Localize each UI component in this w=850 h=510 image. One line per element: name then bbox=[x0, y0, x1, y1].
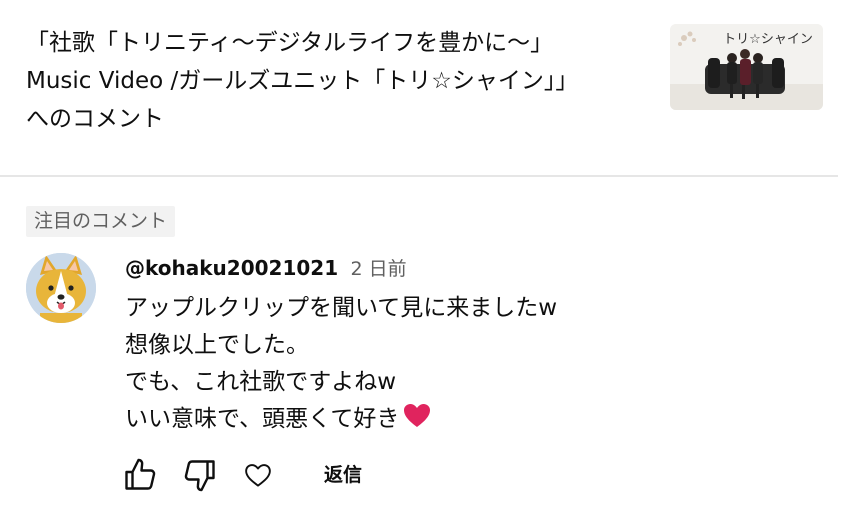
comment-timestamp[interactable]: 2 日前 bbox=[350, 258, 406, 280]
comment-author[interactable]: @kohaku20021021 bbox=[125, 256, 338, 280]
comment-line: いい意味で、頭悪くて好き bbox=[125, 406, 400, 432]
thumbs-up-icon bbox=[125, 458, 156, 490]
heart-outline-icon bbox=[245, 464, 271, 487]
comment-line: でも、これ社歌ですよねw bbox=[125, 369, 397, 395]
corgi-avatar-icon bbox=[26, 253, 96, 323]
featured-comments-badge: 注目のコメント bbox=[26, 206, 176, 237]
video-title-line-3: へのコメント bbox=[26, 106, 164, 132]
avatar[interactable] bbox=[26, 253, 96, 323]
reply-button[interactable]: 返信 bbox=[324, 459, 362, 491]
dislike-button[interactable] bbox=[180, 455, 220, 495]
thumbs-down-icon bbox=[184, 460, 215, 492]
comment-line-with-emoji: いい意味で、頭悪くて好き bbox=[125, 401, 685, 441]
comment-actions: 返信 bbox=[120, 455, 420, 495]
thumbnail-image: トリ☆シャイン bbox=[670, 24, 823, 110]
comment-header: @kohaku20021021 2 日前 bbox=[125, 252, 407, 284]
video-title-line-2: Music Video /ガールズユニット「トリ☆シャイン」」 bbox=[26, 68, 579, 94]
comment-text: アップルクリップを聞いて見に来ましたw 想像以上でした。 でも、これ社歌ですよね… bbox=[125, 290, 685, 441]
divider bbox=[0, 175, 838, 177]
thumbnail-caption: トリ☆シャイン bbox=[723, 32, 813, 47]
video-title[interactable]: 「社歌「トリニティ〜デジタルライフを豊かに〜」 Music Video /ガール… bbox=[26, 24, 626, 138]
red-heart-emoji-icon bbox=[403, 403, 431, 441]
comment-line: 想像以上でした。 bbox=[125, 332, 309, 358]
comment-line: アップルクリップを聞いて見に来ましたw bbox=[125, 295, 558, 321]
video-thumbnail[interactable]: トリ☆シャイン bbox=[670, 24, 823, 110]
like-button[interactable] bbox=[120, 455, 160, 495]
heart-button[interactable] bbox=[238, 455, 278, 495]
video-title-line-1: 「社歌「トリニティ〜デジタルライフを豊かに〜」 bbox=[26, 30, 554, 56]
